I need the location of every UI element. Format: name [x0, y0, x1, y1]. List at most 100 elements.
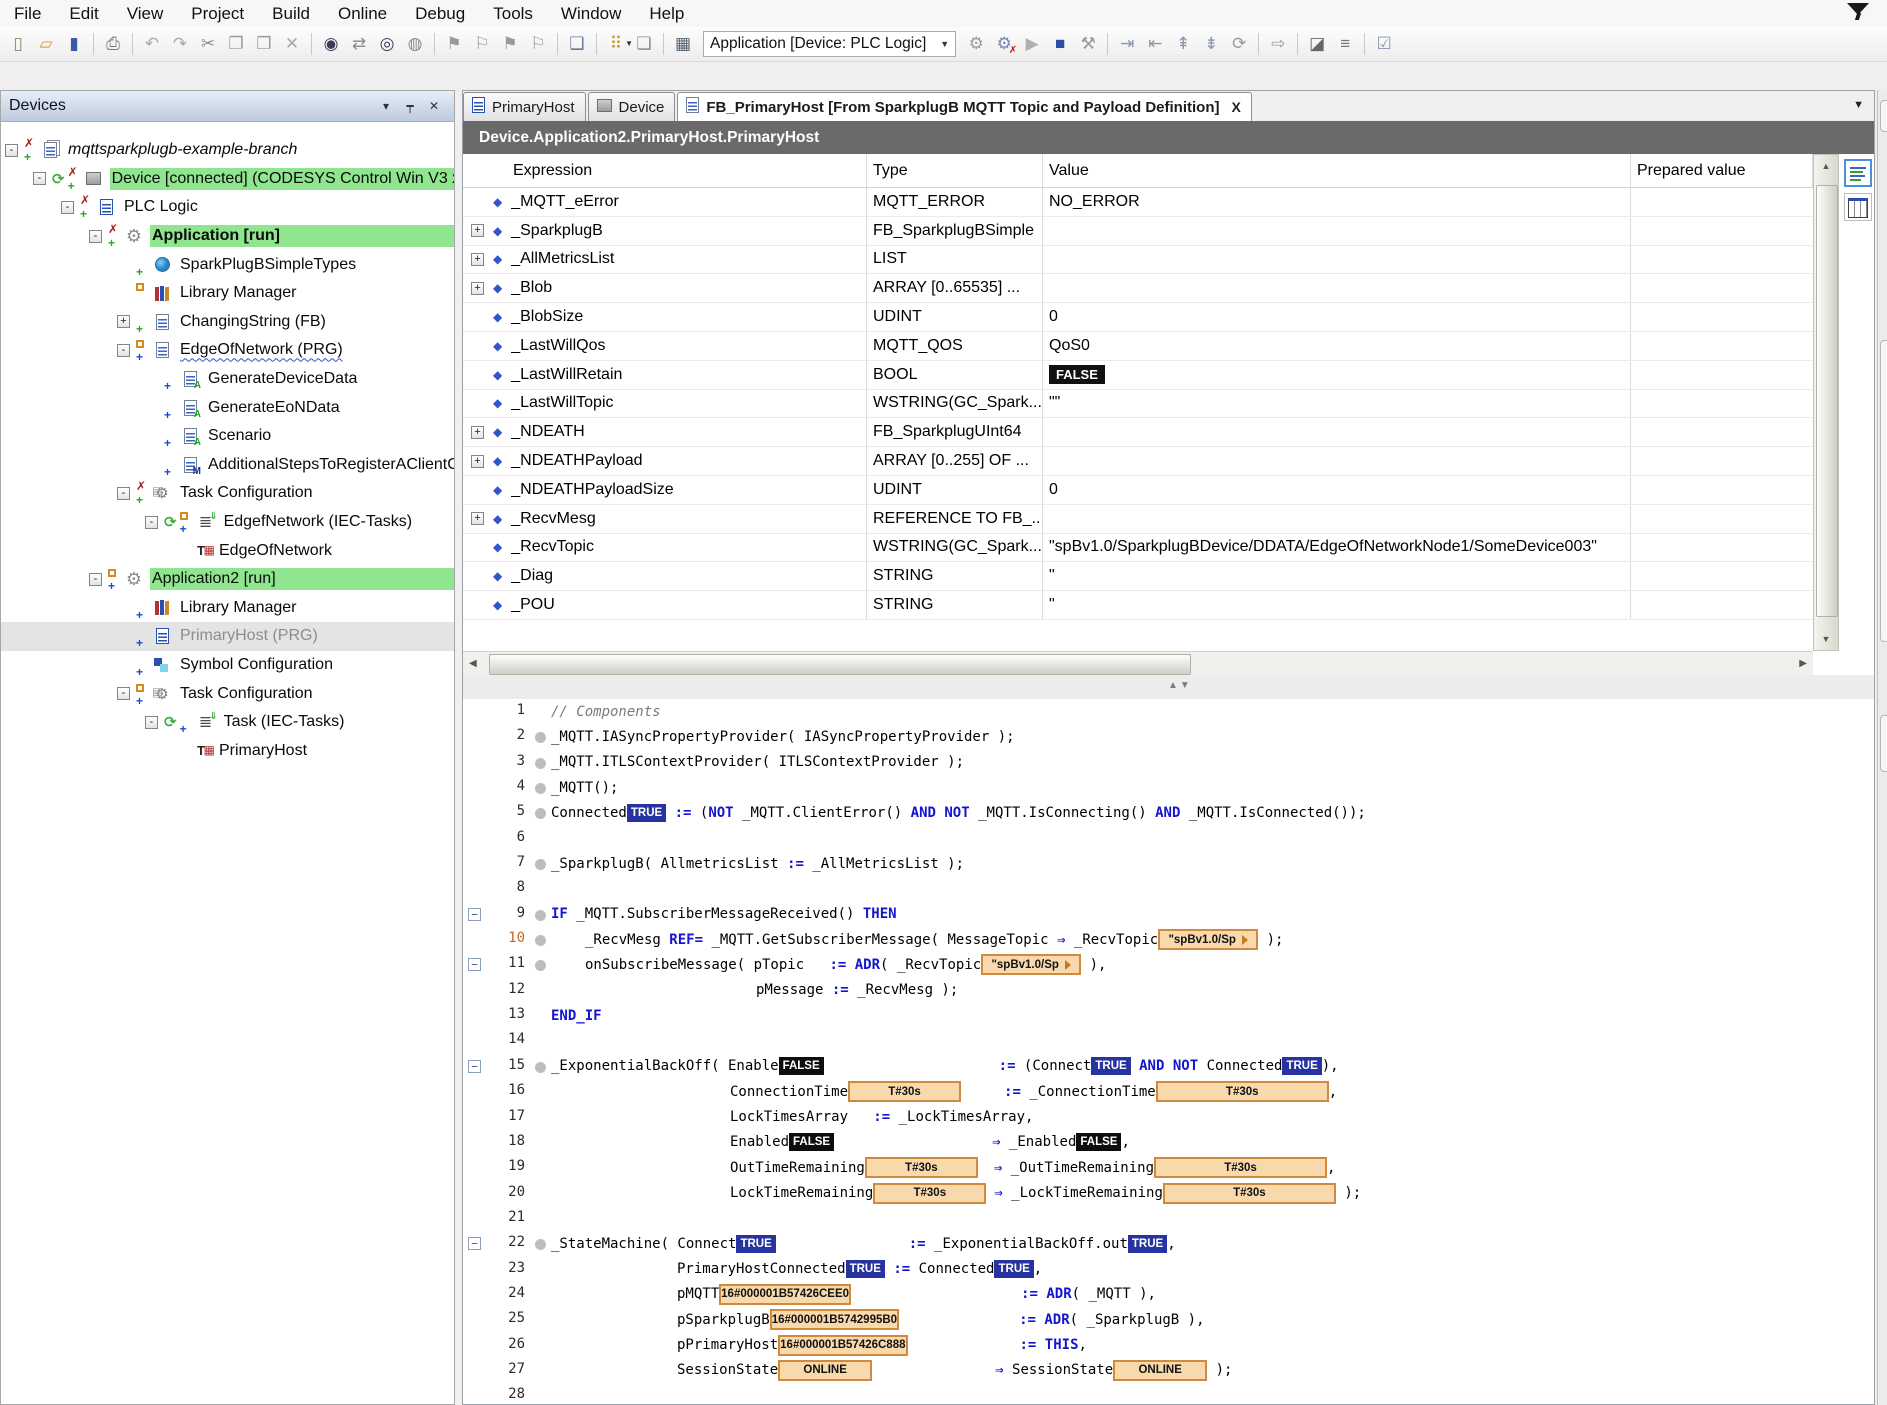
tree-item-edgeofnetwork-prg[interactable]: -+EdgeOfNetwork (PRG) [1, 336, 454, 365]
tree-expander-icon[interactable]: - [117, 687, 130, 700]
callstack-icon[interactable]: ≡ [1332, 31, 1358, 57]
panel-close-icon[interactable]: ✕ [422, 96, 446, 116]
tree-expander-icon[interactable]: - [117, 487, 130, 500]
menu-item-tools[interactable]: Tools [479, 2, 547, 26]
row-expander-icon[interactable]: + [471, 224, 484, 237]
menu-item-edit[interactable]: Edit [55, 2, 112, 26]
watch-row-_lastwillqos[interactable]: ◆_LastWillQosMQTT_QOSQoS0 [463, 332, 1813, 361]
tree-item-application-run[interactable]: -✗+⚙Application [run] [1, 222, 454, 251]
panel-pin-icon[interactable]: ┯ [398, 96, 422, 116]
column-header-type[interactable]: Type [867, 154, 1043, 187]
menu-item-project[interactable]: Project [177, 2, 258, 26]
tree-expander-icon[interactable]: - [33, 172, 46, 185]
code-line-content[interactable]: // Components [551, 701, 661, 723]
code-line-content[interactable]: _MQTT.IASyncPropertyProvider( IASyncProp… [551, 726, 1015, 748]
code-line-content[interactable]: onSubscribeMessage( pTopic := ADR( _Recv… [551, 954, 1106, 976]
declaration-text-view-icon[interactable] [1844, 159, 1872, 187]
vscroll-thumb[interactable] [1816, 185, 1838, 617]
tree-item-plc-logic[interactable]: -✗+PLC Logic [1, 193, 454, 222]
code-line-content[interactable]: _SparkplugB( AllmetricsList := _AllMetri… [551, 853, 964, 875]
filter-funnel-icon[interactable] [1847, 3, 1869, 23]
tree-expander-icon[interactable]: - [5, 144, 18, 157]
code-line-content[interactable]: pMQTT16#000001B57426CEE0:= ADR( _MQTT ), [551, 1283, 1156, 1305]
code-line-content[interactable]: PrimaryHostConnectedTRUE := ConnectedTRU… [551, 1258, 1042, 1280]
find-icon[interactable]: ◉ [318, 31, 344, 57]
tab-fb_primaryhost[interactable]: FB_PrimaryHost [From SparkplugB MQTT Top… [677, 92, 1251, 121]
watch-row-_sparkplugb[interactable]: +◆_SparkplugBFB_SparkplugBSimple [463, 217, 1813, 246]
prepared-value-cell[interactable] [1631, 591, 1813, 619]
tree-item-edgeofnetwork[interactable]: TEdgeOfNetwork [1, 536, 454, 565]
tree-item-task-iec-tasks[interactable]: -⟳+≣Task (IEC-Tasks) [1, 708, 454, 737]
prepared-value-cell[interactable] [1631, 534, 1813, 562]
tree-expander-icon[interactable]: - [117, 344, 130, 357]
hscroll-thumb[interactable] [489, 654, 1191, 675]
splitter-grip-icon[interactable]: ▲▼ [1168, 680, 1192, 691]
prepared-value-cell[interactable] [1631, 562, 1813, 590]
watch-row-_recvmesg[interactable]: +◆_RecvMesgREFERENCE TO FB_... [463, 505, 1813, 534]
undo-icon[interactable]: ↶ [139, 31, 165, 57]
code-line-content[interactable]: _MQTT.ITLSContextProvider( ITLSContextPr… [551, 751, 964, 773]
watch-row-_diag[interactable]: ◆_DiagSTRING" [463, 562, 1813, 591]
breakpoint-slot-icon[interactable] [535, 783, 546, 794]
breakpoint-slot-icon[interactable] [535, 859, 546, 870]
row-expander-icon[interactable]: + [471, 455, 484, 468]
cut-icon[interactable]: ✂ [195, 31, 221, 57]
code-line-content[interactable]: _ExponentialBackOff( EnableFALSE:= (Conn… [551, 1055, 1339, 1077]
prepared-value-cell[interactable] [1631, 188, 1813, 216]
declaration-table-view-icon[interactable] [1844, 193, 1872, 221]
tree-item-scenario[interactable]: +Scenario [1, 422, 454, 451]
tree-item-sparkplugbsimpletypes[interactable]: +SparkPlugBSimpleTypes [1, 250, 454, 279]
prepared-value-cell[interactable] [1631, 447, 1813, 475]
code-line-content[interactable]: LockTimesArray := _LockTimesArray, [551, 1106, 1033, 1128]
watch-row-_mqtt_eerror[interactable]: ◆_MQTT_eErrorMQTT_ERRORNO_ERROR [463, 188, 1813, 217]
watch-row-_ndeath[interactable]: +◆_NDEATHFB_SparkplugUInt64 [463, 418, 1813, 447]
tab-device[interactable]: Device [588, 92, 676, 121]
tree-item-additionalstepstoregisteraclientcertificate[interactable]: +AdditionalStepsToRegisterAClientCertifi… [1, 451, 454, 480]
row-expander-icon[interactable]: + [471, 253, 484, 266]
scroll-down-icon[interactable]: ▼ [1814, 634, 1838, 644]
find-in-files-icon[interactable]: ◎ [374, 31, 400, 57]
run-to-cursor-icon[interactable]: ⇟ [1198, 31, 1224, 57]
column-header-prepared-value[interactable]: Prepared value [1631, 154, 1813, 187]
breakpoint-slot-icon[interactable] [535, 910, 546, 921]
breakpoint-slot-icon[interactable] [535, 1239, 546, 1250]
tree-item-primaryhost[interactable]: TPrimaryHost [1, 737, 454, 766]
copy-icon[interactable]: ❐ [223, 31, 249, 57]
code-line-content[interactable]: EnabledFALSE⇒ _EnabledFALSE, [551, 1131, 1130, 1153]
prepared-value-cell[interactable] [1631, 361, 1813, 389]
step-over-icon[interactable]: ⇥ [1114, 31, 1140, 57]
panel-dropdown-icon[interactable]: ▾ [374, 96, 398, 116]
menu-item-debug[interactable]: Debug [401, 2, 479, 26]
code-line-content[interactable]: pSparkplugB16#000001B5742995B0:= ADR( _S… [551, 1309, 1205, 1331]
tab-overflow-icon[interactable]: ▼ [1853, 99, 1864, 111]
code-line-content[interactable]: pPrimaryHost16#000001B57426C888:= THIS, [551, 1334, 1087, 1356]
prepared-value-cell[interactable] [1631, 332, 1813, 360]
watch-row-_recvtopic[interactable]: ◆_RecvTopicWSTRING(GC_Spark..."spBv1.0/S… [463, 534, 1813, 563]
login-icon[interactable]: ⚙ [963, 31, 989, 57]
menu-item-file[interactable]: File [0, 2, 55, 26]
watch-row-_lastwilltopic[interactable]: ◆_LastWillTopicWSTRING(GC_Spark..."" [463, 390, 1813, 419]
breakpoints-icon[interactable]: ◪ [1304, 31, 1330, 57]
declaration-code-splitter[interactable]: ▲▼ [463, 675, 1874, 700]
tree-item-task-configuration[interactable]: -+⚙Task Configuration [1, 679, 454, 708]
prepared-value-cell[interactable] [1631, 303, 1813, 331]
delete-icon[interactable]: ✕ [279, 31, 305, 57]
breakpoint-slot-icon[interactable] [535, 732, 546, 743]
tree-item-library-manager[interactable]: Library Manager [1, 279, 454, 308]
watch-row-_allmetricslist[interactable]: +◆_AllMetricsListLIST [463, 246, 1813, 275]
row-expander-icon[interactable]: + [471, 512, 484, 525]
prepared-value-cell[interactable] [1631, 217, 1813, 245]
code-line-content[interactable]: _MQTT(); [551, 777, 618, 799]
redo-icon[interactable]: ↷ [167, 31, 193, 57]
bookmark-toggle-icon[interactable]: ⚑ [441, 31, 467, 57]
stop-icon[interactable]: ■ [1047, 31, 1073, 57]
code-line-content[interactable]: ConnectedTRUE := (NOT _MQTT.ClientError(… [551, 802, 1366, 824]
prepared-value-cell[interactable] [1631, 274, 1813, 302]
tree-item-library-manager[interactable]: +Library Manager [1, 594, 454, 623]
breakpoint-slot-icon[interactable] [535, 960, 546, 971]
paste-icon[interactable]: ❒ [251, 31, 277, 57]
step-out-icon[interactable]: ⇞ [1170, 31, 1196, 57]
tree-item-task-configuration[interactable]: -✗+⚙Task Configuration [1, 479, 454, 508]
code-editor[interactable]: 1// Components2_MQTT.IASyncPropertyProvi… [463, 699, 1874, 1404]
row-expander-icon[interactable]: + [471, 282, 484, 295]
